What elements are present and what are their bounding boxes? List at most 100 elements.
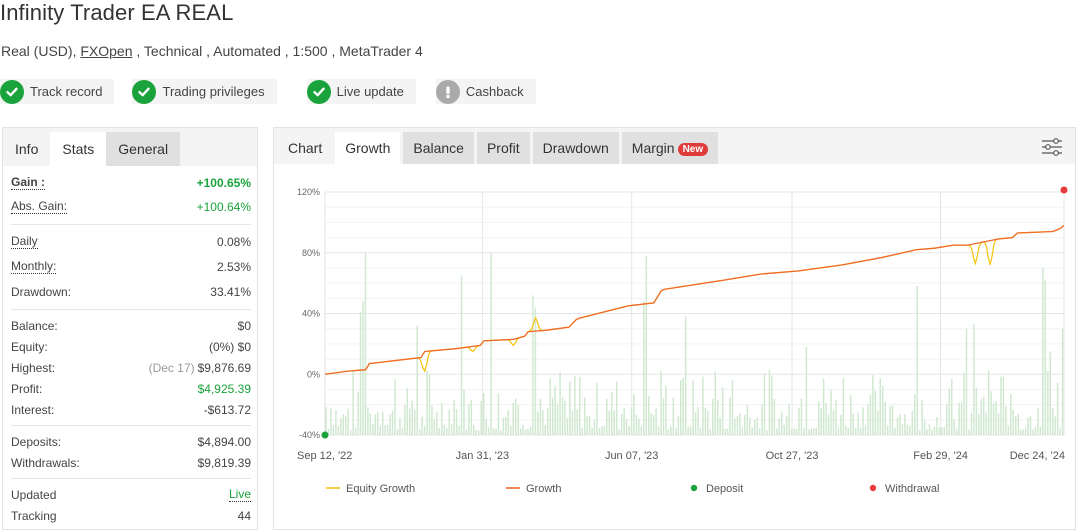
stat-label[interactable]: Gain : — [11, 176, 46, 190]
activity-bar — [950, 378, 953, 435]
tab-balance[interactable]: Balance — [403, 132, 474, 164]
activity-bar — [882, 385, 884, 435]
chart-tabs: Chart Growth Balance Profit Drawdown Mar… — [274, 128, 1075, 164]
activity-bar — [1056, 382, 1059, 435]
activity-bar — [581, 428, 583, 435]
legend-withdrawal[interactable]: Withdrawal — [869, 483, 940, 495]
activity-bar — [712, 398, 714, 435]
activity-bar — [362, 301, 364, 435]
activity-bar — [736, 416, 739, 435]
activity-bar — [482, 393, 485, 435]
activity-bar — [342, 414, 345, 435]
chart-markers — [321, 186, 1068, 439]
activity-bar — [943, 427, 946, 435]
activity-bar — [571, 410, 574, 435]
activity-bar — [751, 427, 753, 435]
tab-chart[interactable]: Chart — [274, 132, 332, 164]
stat-label[interactable]: Daily — [11, 235, 38, 249]
legend-growth[interactable]: Growth — [506, 483, 561, 495]
badge-label: Live update — [336, 84, 404, 99]
badge-trading-privileges[interactable]: Trading privileges — [132, 79, 277, 104]
activity-bar — [968, 429, 970, 435]
broker-link[interactable]: FXOpen — [80, 43, 132, 59]
activity-bar — [559, 372, 561, 435]
y-tick-label: 120% — [297, 187, 320, 197]
activity-bar — [561, 397, 564, 435]
badge-live-update[interactable]: Live update — [306, 79, 416, 104]
withdrawal-marker — [1060, 186, 1068, 194]
stat-value: 33.41% — [210, 285, 251, 299]
activity-bar — [825, 402, 827, 435]
activity-bar — [404, 405, 406, 435]
deposit-marker — [321, 431, 329, 439]
stats-panel: Info Stats General Gain : +100.65% Abs. … — [2, 127, 258, 530]
activity-bar — [776, 428, 778, 435]
activity-bar — [660, 371, 662, 435]
activity-bar — [620, 414, 623, 435]
activity-bar — [665, 385, 667, 435]
activity-bar — [662, 398, 665, 435]
legend-deposit[interactable]: Deposit — [690, 483, 743, 495]
stat-value: 0.08% — [216, 235, 251, 249]
activity-bar — [534, 307, 537, 435]
y-tick-label: 40% — [302, 309, 320, 319]
stat-value: $9,819.39 — [197, 455, 251, 470]
activity-bar — [1059, 427, 1061, 435]
tab-stats[interactable]: Stats — [50, 132, 107, 166]
activity-bar — [1000, 376, 1002, 435]
activity-bar — [337, 425, 340, 435]
activity-bar — [448, 409, 450, 435]
legend-label: Withdrawal — [885, 483, 939, 495]
activity-bar — [682, 377, 684, 435]
y-axis: 120% 80% 40% 0% -40% — [297, 187, 320, 440]
tab-profit[interactable]: Profit — [476, 132, 530, 164]
activity-bar — [973, 324, 975, 435]
stat-value: $0 — [237, 318, 251, 333]
activity-bar — [487, 427, 490, 435]
activity-bar — [576, 409, 579, 435]
activity-bar — [840, 414, 842, 435]
live-indicator[interactable]: Live — [228, 487, 251, 502]
activity-bar — [465, 429, 468, 435]
activity-bar — [771, 376, 773, 435]
activity-bar — [926, 429, 928, 435]
activity-bar — [510, 425, 512, 435]
stat-profit: Profit: $4,925.39 — [11, 378, 251, 399]
activity-bar — [628, 425, 630, 435]
divider — [11, 309, 251, 310]
activity-bar — [889, 406, 891, 435]
stat-label[interactable]: Monthly: — [11, 260, 57, 274]
activity-bar — [446, 428, 448, 435]
badge-track-record[interactable]: Track record — [0, 79, 115, 104]
activity-bar — [379, 425, 381, 435]
chart-settings-button[interactable] — [1041, 137, 1063, 157]
tab-drawdown[interactable]: Drawdown — [532, 132, 619, 164]
badge-cashback[interactable]: Cashback — [435, 79, 536, 104]
activity-bar — [995, 401, 997, 435]
activity-bar — [591, 427, 593, 435]
activity-bar — [985, 412, 987, 435]
tab-general[interactable]: General — [106, 132, 181, 166]
chart-legend: Equity Growth Growth Deposit Withdrawal — [326, 483, 939, 495]
activity-bar — [955, 428, 958, 435]
stat-label[interactable]: Abs. Gain: — [11, 200, 68, 214]
activity-bar — [556, 403, 559, 435]
tab-growth[interactable]: Growth — [335, 132, 401, 164]
stat-value: $9,876.69 — [197, 360, 251, 375]
tab-margin[interactable]: Margin New — [621, 132, 719, 164]
activity-bar — [608, 410, 611, 435]
stat-monthly: Monthly: 2.53% — [11, 254, 251, 280]
x-tick-label: Feb 29, '24 — [913, 450, 968, 462]
activity-bar — [539, 399, 542, 435]
verification-badges: Track record Trading privileges Live upd… — [0, 79, 556, 104]
activity-bar — [963, 372, 965, 435]
legend-equity-growth[interactable]: Equity Growth — [326, 483, 415, 495]
stat-value: 2.53% — [216, 260, 251, 274]
activity-bar — [1022, 429, 1024, 435]
activity-bar — [443, 424, 446, 435]
activity-bar — [958, 402, 960, 435]
activity-bar — [401, 427, 404, 435]
activity-bar — [975, 387, 978, 435]
y-tick-label: -40% — [299, 430, 320, 440]
tab-info[interactable]: Info — [3, 132, 50, 166]
